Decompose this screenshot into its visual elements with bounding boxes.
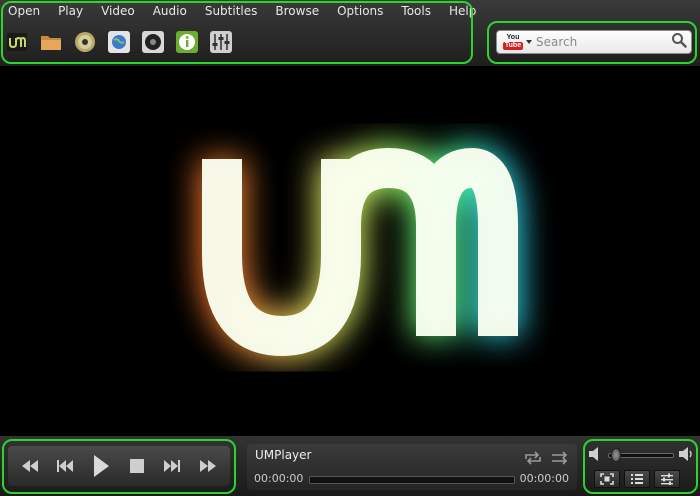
info-icon[interactable] [176, 31, 198, 53]
fast-forward-button[interactable] [194, 452, 222, 480]
menu-audio[interactable]: Audio [153, 4, 187, 18]
volume-high-icon[interactable] [678, 446, 694, 466]
search-input[interactable] [536, 35, 666, 49]
chevron-down-icon[interactable] [526, 40, 532, 44]
menu-bar: Open Play Video Audio Subtitles Browse O… [0, 0, 476, 22]
control-bar: UMPlayer 00:00:00 00:00:00 [0, 436, 700, 496]
seek-bar[interactable] [309, 476, 515, 484]
top-bar: Open Play Video Audio Subtitles Browse O… [0, 0, 700, 66]
sliders-icon [661, 473, 673, 485]
menu-subtitles[interactable]: Subtitles [205, 4, 258, 18]
video-area[interactable] [0, 66, 700, 436]
stop-icon [129, 459, 144, 473]
shuffle-icon[interactable] [550, 450, 570, 469]
playlist-button[interactable] [624, 470, 650, 488]
track-title: UMPlayer [255, 448, 312, 462]
equalizer-icon[interactable] [210, 31, 232, 53]
playlist-icon [631, 474, 643, 484]
repeat-icon[interactable] [523, 450, 543, 469]
volume-area [588, 444, 694, 490]
previous-button[interactable] [51, 452, 79, 480]
fullscreen-icon [600, 473, 614, 485]
total-time: 00:00:00 [519, 472, 569, 485]
menu-tools[interactable]: Tools [401, 4, 431, 18]
menu-open[interactable]: Open [8, 4, 40, 18]
toolbar [2, 26, 244, 58]
next-icon [164, 460, 181, 472]
search-icon[interactable] [671, 32, 687, 52]
menu-browse[interactable]: Browse [275, 4, 319, 18]
play-icon [94, 455, 110, 477]
open-disc-icon[interactable] [74, 31, 96, 53]
next-button[interactable] [158, 452, 186, 480]
stop-button[interactable] [123, 452, 151, 480]
um-logo-icon[interactable] [6, 31, 28, 53]
menu-help[interactable]: Help [449, 4, 476, 18]
equalizer-settings-button[interactable] [654, 470, 680, 488]
menu-video[interactable]: Video [101, 4, 135, 18]
media-icon[interactable] [142, 31, 164, 53]
fullscreen-button[interactable] [594, 470, 620, 488]
menu-options[interactable]: Options [337, 4, 383, 18]
volume-slider-handle[interactable] [610, 448, 621, 462]
open-folder-icon[interactable] [40, 31, 62, 53]
open-url-icon[interactable] [108, 31, 130, 53]
current-time: 00:00:00 [254, 472, 304, 485]
rewind-icon [21, 460, 38, 472]
view-buttons [594, 470, 680, 488]
fast-forward-icon [200, 460, 217, 472]
playback-controls [8, 446, 230, 486]
now-playing-panel: UMPlayer 00:00:00 00:00:00 [247, 444, 577, 490]
youtube-logo[interactable]: You Tube [501, 33, 525, 51]
previous-icon [57, 460, 74, 472]
play-button[interactable] [87, 452, 115, 480]
volume-low-icon[interactable] [588, 446, 602, 466]
rewind-button[interactable] [16, 452, 44, 480]
um-logo [199, 144, 521, 360]
youtube-search-box[interactable]: You Tube [496, 30, 692, 54]
menu-play[interactable]: Play [58, 4, 83, 18]
